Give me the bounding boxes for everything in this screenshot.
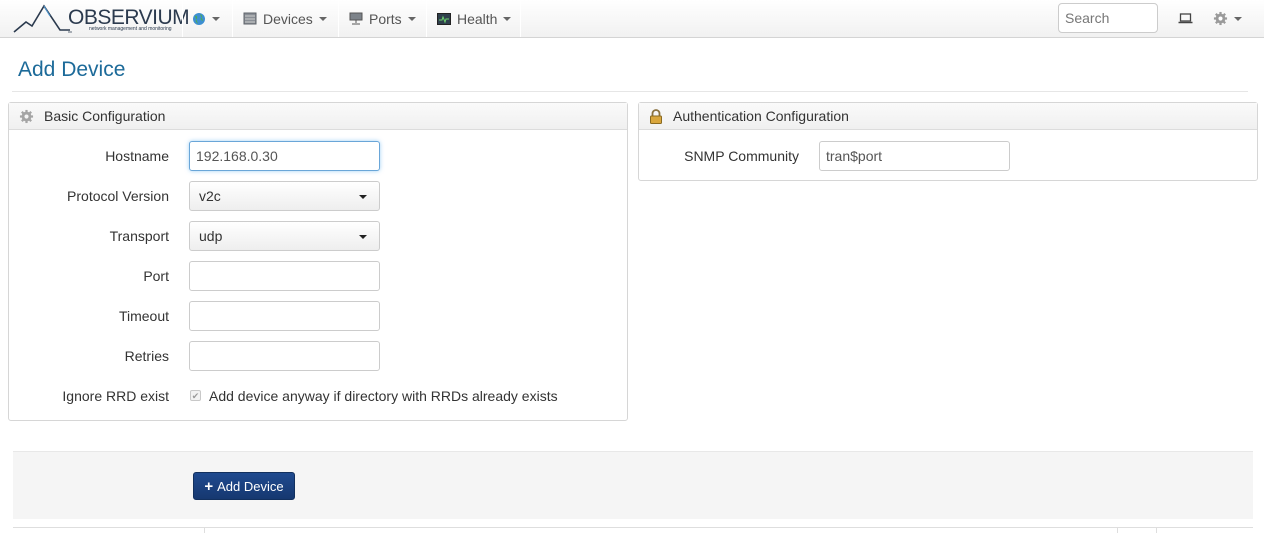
port-row: Port bbox=[9, 261, 627, 291]
network-port-icon bbox=[349, 12, 363, 25]
laptop-icon bbox=[1178, 13, 1193, 24]
server-icon bbox=[243, 12, 257, 25]
snmp-community-input[interactable] bbox=[819, 141, 1010, 171]
transport-select[interactable]: udp bbox=[189, 221, 380, 251]
chevron-down-icon bbox=[503, 16, 512, 21]
basic-configuration-header: Basic Configuration bbox=[9, 103, 627, 130]
hostname-row: Hostname bbox=[9, 141, 627, 171]
basic-configuration-title: Basic Configuration bbox=[44, 108, 166, 124]
observium-logo[interactable]: OBSERVIUM network management and monitor… bbox=[12, 2, 190, 36]
basic-configuration-panel: Basic Configuration Hostname Protocol Ve… bbox=[8, 102, 628, 421]
authentication-configuration-header: Authentication Configuration bbox=[639, 103, 1257, 130]
lock-icon bbox=[650, 108, 662, 124]
transport-row: Transport udp bbox=[9, 221, 627, 251]
nav-health-label: Health bbox=[457, 10, 498, 27]
top-navbar: OBSERVIUM network management and monitor… bbox=[0, 0, 1264, 38]
search-input[interactable] bbox=[1058, 3, 1158, 33]
hostname-label: Hostname bbox=[105, 148, 169, 164]
chevron-down-icon bbox=[407, 16, 416, 21]
nav-devices-label: Devices bbox=[263, 10, 313, 27]
chevron-down-icon bbox=[1234, 16, 1242, 21]
chevron-down-icon bbox=[359, 195, 367, 199]
settings-menu[interactable] bbox=[1213, 0, 1242, 37]
nav-divider bbox=[426, 0, 427, 37]
nav-ports[interactable]: Ports bbox=[349, 0, 416, 37]
add-device-button-label: Add Device bbox=[217, 478, 284, 494]
nav-health[interactable]: Health bbox=[437, 0, 512, 37]
timeout-input[interactable] bbox=[189, 301, 380, 331]
protocol-version-select[interactable]: v2c bbox=[189, 181, 380, 211]
authentication-configuration-panel: Authentication Configuration SNMP Commun… bbox=[638, 102, 1258, 181]
plus-icon: + bbox=[204, 477, 214, 495]
retries-input[interactable] bbox=[189, 341, 380, 371]
title-divider bbox=[12, 91, 1248, 92]
nav-ports-label: Ports bbox=[369, 10, 402, 27]
timeout-row: Timeout bbox=[9, 301, 627, 331]
gear-icon bbox=[1213, 11, 1228, 26]
retries-row: Retries bbox=[9, 341, 627, 371]
hostname-input[interactable] bbox=[189, 141, 380, 171]
transport-value: udp bbox=[199, 228, 223, 244]
add-device-button[interactable]: + Add Device bbox=[193, 472, 295, 500]
port-label: Port bbox=[143, 268, 169, 284]
protocol-version-value: v2c bbox=[199, 188, 221, 204]
transport-label: Transport bbox=[109, 228, 169, 244]
form-actions-bar: + Add Device bbox=[13, 451, 1253, 519]
ignore-rrd-row: Ignore RRD exist ✔ Add device anyway if … bbox=[9, 381, 627, 411]
snmp-community-label: SNMP Community bbox=[684, 148, 799, 164]
chevron-down-icon bbox=[318, 16, 327, 21]
nav-divider bbox=[520, 0, 521, 37]
nav-divider bbox=[182, 0, 183, 37]
brand-tagline: network management and monitoring bbox=[89, 26, 172, 32]
gear-icon bbox=[19, 109, 34, 123]
timeout-label: Timeout bbox=[118, 308, 169, 324]
snmp-community-row: SNMP Community bbox=[639, 141, 1257, 171]
retries-label: Retries bbox=[124, 348, 169, 364]
ignore-rrd-label: Ignore RRD exist bbox=[62, 388, 169, 404]
page-title: Add Device bbox=[18, 58, 126, 81]
protocol-version-label: Protocol Version bbox=[67, 188, 169, 204]
nav-divider bbox=[338, 0, 339, 37]
laptop-toggle[interactable] bbox=[1178, 0, 1193, 37]
footer-table-edge bbox=[13, 527, 1253, 533]
protocol-version-row: Protocol Version v2c bbox=[9, 181, 627, 211]
mountain-logo-icon bbox=[13, 4, 72, 33]
chevron-down-icon bbox=[212, 16, 220, 21]
globe-icon bbox=[193, 12, 205, 25]
globe-menu[interactable] bbox=[192, 0, 220, 37]
chevron-down-icon bbox=[359, 235, 367, 239]
nav-divider bbox=[232, 0, 233, 37]
ignore-rrd-description: Add device anyway if directory with RRDs… bbox=[209, 388, 558, 404]
nav-devices[interactable]: Devices bbox=[243, 0, 327, 37]
authentication-configuration-title: Authentication Configuration bbox=[673, 108, 849, 124]
ignore-rrd-checkbox[interactable]: ✔ bbox=[190, 390, 201, 401]
port-input[interactable] bbox=[189, 261, 380, 291]
health-monitor-icon bbox=[437, 12, 451, 25]
